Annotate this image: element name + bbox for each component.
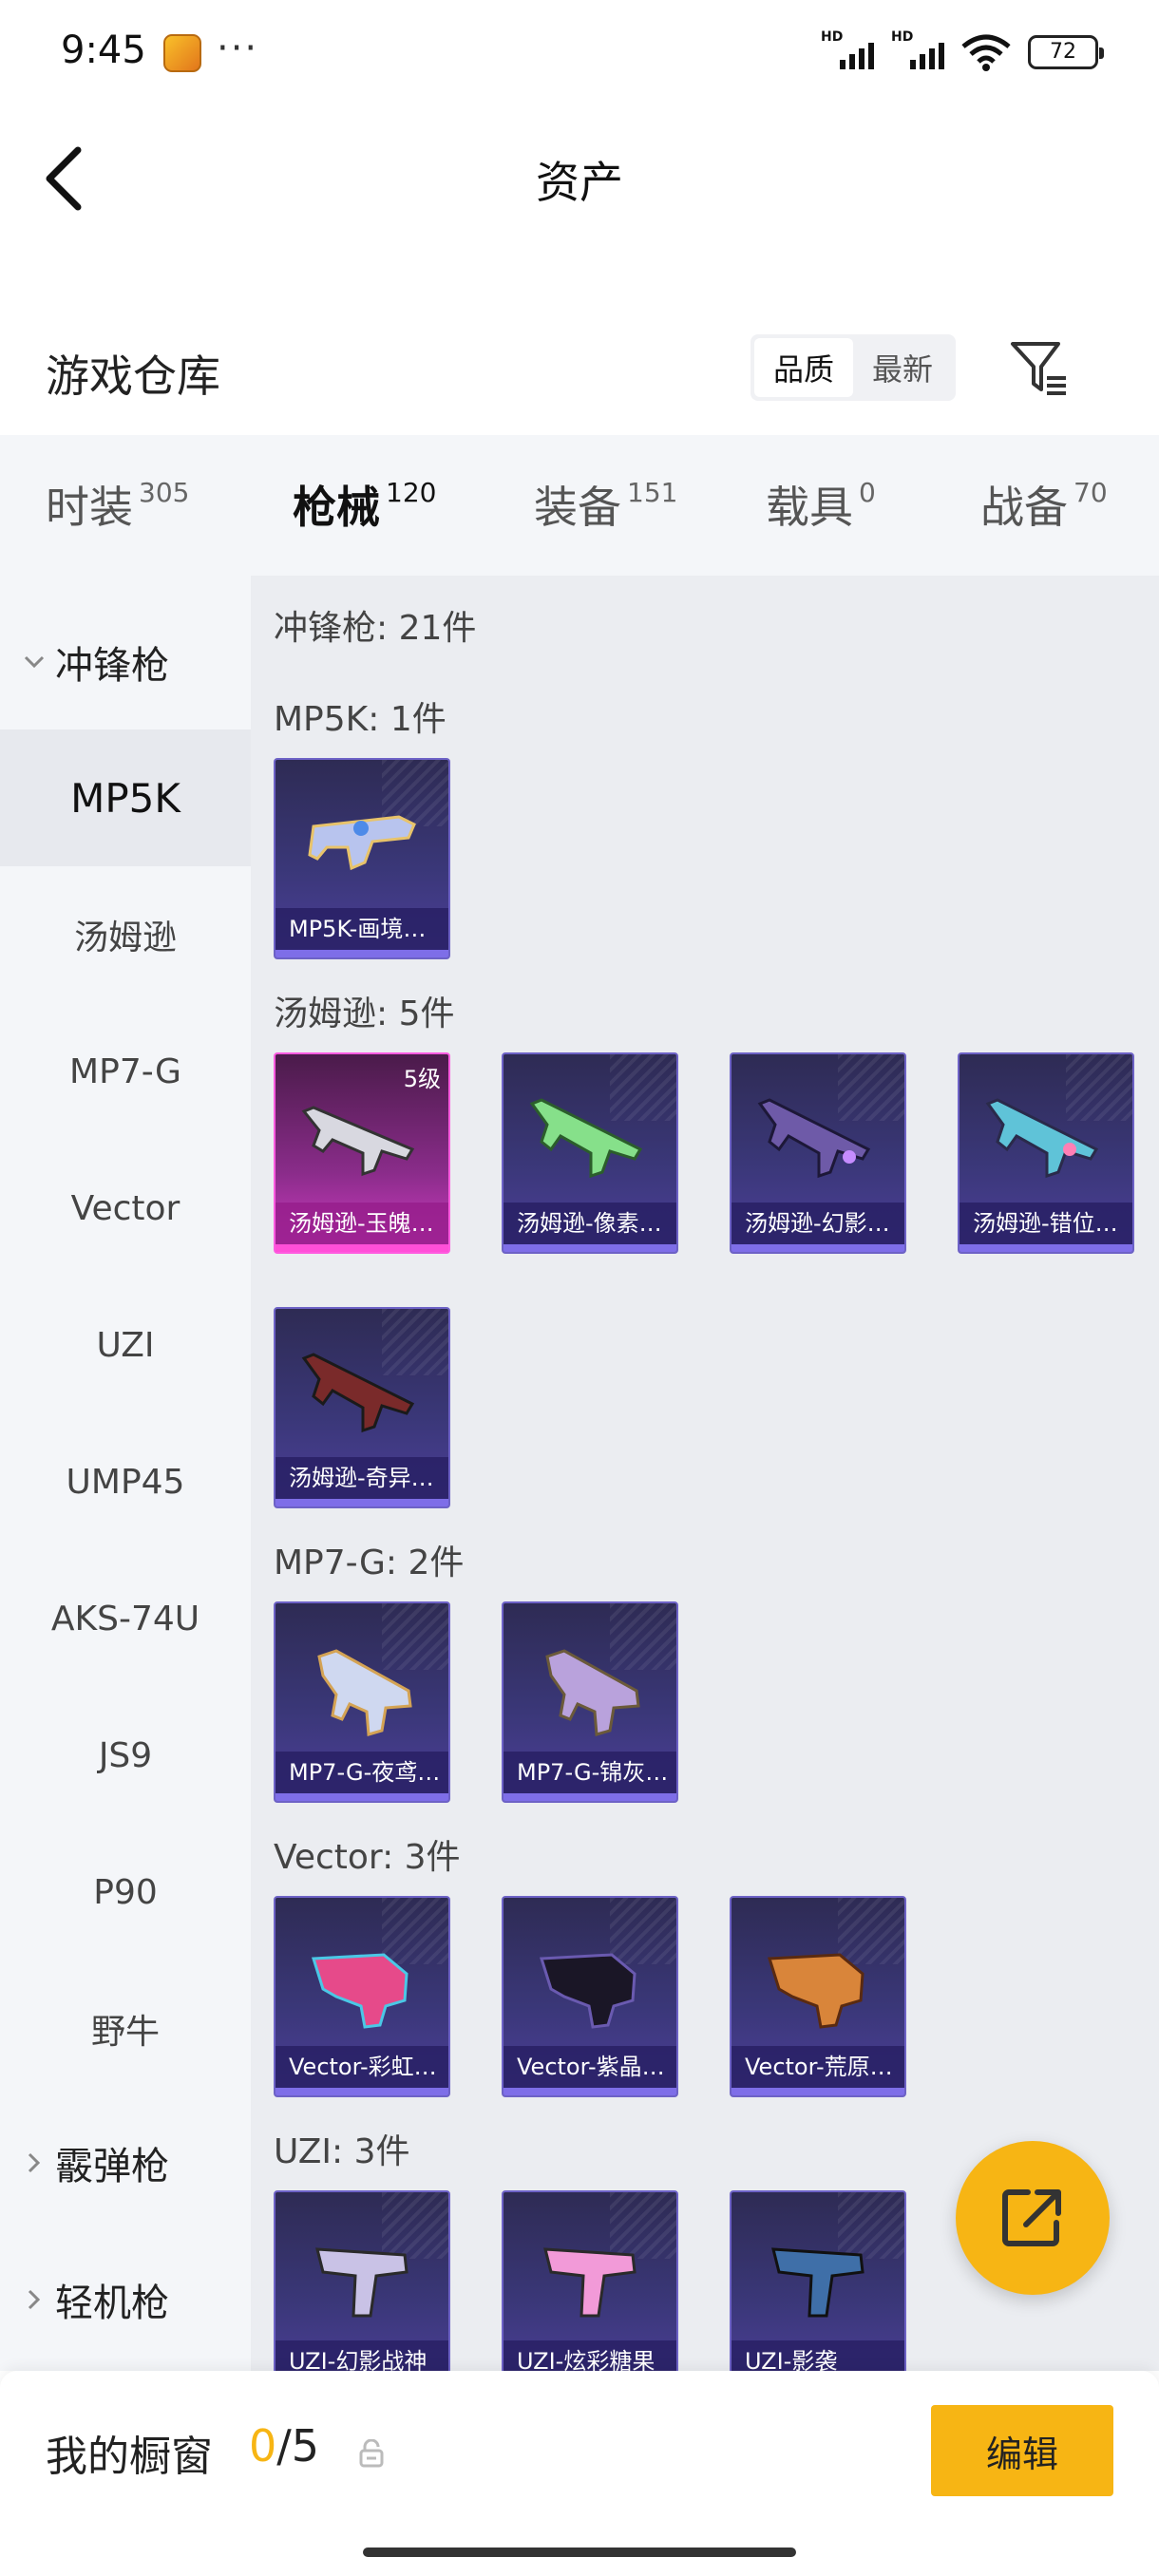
tab-equipment[interactable]: 装备 151 [534, 473, 677, 549]
battery-level: 72 [1050, 40, 1076, 64]
tab-fashion[interactable]: 时装 305 [46, 473, 189, 549]
weapon-grid: 冲锋枪: 21件 MP5K: 1件 MP5K-画境… 汤姆逊: 5件 5级 汤姆… [251, 576, 1159, 2371]
sidebar-item-mp5k[interactable]: MP5K [0, 729, 251, 866]
battery-icon: 72 [1028, 35, 1104, 69]
weapon-skin-image [308, 815, 416, 871]
card-caption: UZI-幻影战神 [276, 2340, 448, 2371]
sidebar-group-smg[interactable]: 冲锋枪 [0, 610, 251, 714]
section-header: Vector: 3件 [274, 1838, 461, 1877]
weapon-card[interactable]: Vector-荒原… [730, 1896, 906, 2097]
card-caption: Vector-紫晶… [504, 2046, 676, 2088]
sidebar-item-vector[interactable]: Vector [0, 1140, 251, 1277]
tab-vehicles[interactable]: 载具 0 [766, 473, 876, 549]
section-header: 汤姆逊: 5件 [274, 994, 455, 1033]
showcase-bar: 我的橱窗 0/5 编辑 [0, 2371, 1159, 2576]
weapon-skin-image [985, 1098, 1099, 1179]
weapon-card[interactable]: 汤姆逊-像素… [502, 1052, 678, 1254]
weapon-card[interactable]: MP7-G-夜鸢… [274, 1601, 450, 1803]
card-caption: 汤姆逊-玉魄… [276, 1203, 448, 1244]
signal-1-icon: HD [821, 29, 874, 71]
weapon-skin-image [545, 1649, 640, 1736]
section-header: MP5K: 1件 [274, 700, 446, 739]
weapon-skin-image [311, 1953, 408, 2029]
section-header: UZI: 3件 [274, 2132, 410, 2171]
card-caption: 汤姆逊-奇异… [276, 1457, 448, 1499]
chevron-down-icon [19, 654, 49, 670]
weapon-card[interactable]: 汤姆逊-奇异… [274, 1307, 450, 1508]
weapon-skin-image [767, 1953, 864, 2029]
weapon-skin-image [539, 1953, 636, 2029]
category-header: 冲锋枪: 21件 [274, 609, 477, 648]
more-notifications-icon: ··· [217, 27, 259, 70]
showcase-title: 我的橱窗 [46, 2433, 213, 2481]
signal-2-icon: HD [891, 29, 944, 71]
sort-toggle[interactable]: 品质 最新 [750, 334, 956, 401]
home-indicator[interactable] [363, 2548, 796, 2557]
chevron-right-icon [19, 2288, 49, 2311]
page-title: 资产 [536, 157, 623, 208]
card-caption: UZI-影袭 [732, 2340, 904, 2371]
sidebar-item-mp7g[interactable]: MP7-G [0, 1003, 251, 1140]
card-caption: MP7-G-锦灰… [504, 1752, 676, 1793]
weapon-skin-image [757, 1098, 871, 1179]
weapon-card[interactable]: UZI-幻影战神 [274, 2190, 450, 2371]
sort-newest-option[interactable]: 最新 [853, 338, 952, 397]
weapon-skin-image [529, 1098, 643, 1179]
sidebar-group-lmg[interactable]: 轻机枪 [0, 2247, 251, 2352]
weapon-skin-image [301, 1106, 415, 1177]
weapon-card[interactable]: 5级 汤姆逊-玉魄… [274, 1052, 450, 1254]
card-caption: 汤姆逊-幻影… [732, 1203, 904, 1244]
card-caption: UZI-炫彩糖果 [504, 2340, 676, 2371]
status-bar: 9:45 ··· HD HD 72 [0, 0, 1159, 104]
weapon-skin-image [315, 2247, 408, 2318]
card-caption: 汤姆逊-错位… [960, 1203, 1132, 1244]
weapon-skin-image [317, 1649, 412, 1736]
sidebar-item-uzi[interactable]: UZI [0, 1277, 251, 1413]
weapon-card[interactable]: Vector-彩虹… [274, 1896, 450, 2097]
weapon-card[interactable]: Vector-紫晶… [502, 1896, 678, 2097]
sort-quality-option[interactable]: 品质 [754, 338, 853, 397]
sidebar-item-aks74u[interactable]: AKS-74U [0, 1550, 251, 1687]
sidebar-item-p90[interactable]: P90 [0, 1824, 251, 1960]
sidebar-item-js9[interactable]: JS9 [0, 1687, 251, 1824]
weapon-card[interactable]: 汤姆逊-错位… [958, 1052, 1134, 1254]
card-caption: Vector-荒原… [732, 2046, 904, 2088]
sidebar-item-thompson[interactable]: 汤姆逊 [0, 866, 251, 1003]
app-notification-icon [163, 34, 201, 72]
warehouse-title: 游戏仓库 [46, 350, 220, 402]
chevron-right-icon [19, 2151, 49, 2174]
lock-icon [359, 2439, 384, 2468]
weapon-card[interactable]: MP5K-画境… [274, 758, 450, 959]
weapon-skin-image [543, 2247, 636, 2318]
section-header: MP7-G: 2件 [274, 1544, 465, 1582]
weapon-card[interactable]: UZI-炫彩糖果 [502, 2190, 678, 2371]
edit-button[interactable]: 编辑 [931, 2405, 1113, 2496]
weapon-skin-image [301, 1353, 415, 1433]
card-caption: Vector-彩虹… [276, 2046, 448, 2088]
sidebar-item-ump45[interactable]: UMP45 [0, 1413, 251, 1550]
tab-firearms[interactable]: 枪械 120 [293, 473, 436, 583]
tab-supplies[interactable]: 战备 70 [980, 473, 1108, 549]
category-tabs: 时装 305 枪械 120 装备 151 载具 0 战备 70 [0, 435, 1159, 583]
wifi-icon [961, 34, 1011, 71]
sidebar-group-shotgun[interactable]: 霰弹枪 [0, 2111, 251, 2215]
filter-button[interactable] [1007, 336, 1070, 399]
weapon-card[interactable]: 汤姆逊-幻影… [730, 1052, 906, 1254]
showcase-count: 0/5 [249, 2420, 320, 2472]
weapon-card[interactable]: MP7-G-锦灰… [502, 1601, 678, 1803]
status-time: 9:45 [61, 28, 146, 72]
card-caption: MP5K-画境… [276, 908, 448, 950]
weapon-type-sidebar: 冲锋枪 MP5K 汤姆逊 MP7-G Vector UZI UMP45 AKS-… [0, 576, 251, 2371]
card-caption: 汤姆逊-像素… [504, 1203, 676, 1244]
filter-list-icon [1011, 342, 1066, 395]
share-export-icon [1002, 2189, 1061, 2246]
weapon-card[interactable]: UZI-影袭 [730, 2190, 906, 2371]
weapon-skin-image [771, 2247, 864, 2318]
card-caption: MP7-G-夜鸢… [276, 1752, 448, 1793]
share-button[interactable] [956, 2141, 1110, 2295]
sidebar-item-bison[interactable]: 野牛 [0, 1960, 251, 2097]
